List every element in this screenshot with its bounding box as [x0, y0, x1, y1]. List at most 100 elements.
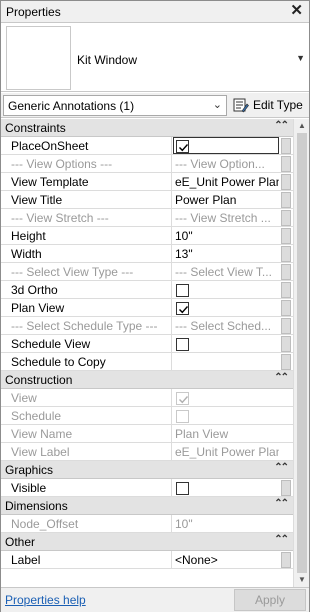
- collapse-section-icon[interactable]: ⌃⌃: [274, 534, 289, 545]
- property-row-node-offset: Node_Offset 10": [1, 515, 293, 533]
- property-name: 3d Ortho: [11, 283, 58, 297]
- associate-parameter-button[interactable]: [281, 228, 291, 244]
- property-row-width[interactable]: Width 13": [1, 245, 293, 263]
- scroll-down-icon[interactable]: ▼: [298, 575, 306, 584]
- associate-parameter-button[interactable]: [281, 174, 291, 190]
- associate-parameter-button[interactable]: [281, 480, 291, 496]
- property-row-visible[interactable]: Visible: [1, 479, 293, 497]
- property-name: View: [11, 391, 37, 405]
- associate-parameter-button[interactable]: [281, 156, 291, 172]
- column-divider: [171, 443, 172, 461]
- section-constraints[interactable]: Constraints ⌃⌃: [1, 119, 293, 137]
- property-value[interactable]: Power Plan: [175, 193, 279, 208]
- property-value[interactable]: 10": [175, 229, 279, 244]
- property-row-plan-view[interactable]: Plan View: [1, 299, 293, 317]
- checkbox-icon: [176, 410, 189, 423]
- associate-parameter-button[interactable]: [281, 552, 291, 568]
- associate-parameter-button[interactable]: [281, 264, 291, 280]
- column-divider: [171, 155, 172, 173]
- section-other[interactable]: Other ⌃⌃: [1, 533, 293, 551]
- property-value[interactable]: <None>: [175, 553, 279, 568]
- property-name: Visible: [11, 481, 47, 495]
- section-title: Other: [5, 535, 36, 549]
- property-value: 10": [175, 517, 193, 531]
- close-icon[interactable]: ✕: [290, 3, 303, 19]
- property-grid: Constraints ⌃⌃ PlaceOnSheet --- View Opt…: [1, 119, 293, 570]
- scroll-up-icon[interactable]: ▲: [298, 121, 306, 130]
- associate-parameter-button[interactable]: [281, 210, 291, 226]
- property-row-select-view-type[interactable]: --- Select View Type --- --- Select View…: [1, 263, 293, 281]
- column-divider: [171, 515, 172, 533]
- property-name: Label: [11, 553, 41, 567]
- properties-palette: Properties ✕ Kit Window ▼ Generic Annota…: [0, 0, 310, 612]
- collapse-section-icon[interactable]: ⌃⌃: [274, 462, 289, 473]
- column-divider: [171, 551, 172, 569]
- property-value[interactable]: eE_Unit Power Plan: [175, 175, 279, 190]
- property-name: Width: [11, 247, 42, 261]
- section-title: Construction: [5, 373, 73, 387]
- collapse-section-icon[interactable]: ⌃⌃: [274, 372, 289, 383]
- dropdown-arrow-icon[interactable]: ▼: [296, 53, 305, 63]
- column-divider: [171, 479, 172, 497]
- property-row-schedule-to-copy[interactable]: Schedule to Copy: [1, 353, 293, 371]
- column-divider: [171, 173, 172, 191]
- associate-parameter-button[interactable]: [281, 318, 291, 334]
- checkbox-icon[interactable]: [176, 140, 189, 153]
- section-graphics[interactable]: Graphics ⌃⌃: [1, 461, 293, 479]
- element-filter-dropdown[interactable]: Generic Annotations (1) ⌄: [3, 95, 227, 116]
- associate-parameter-button[interactable]: [281, 300, 291, 316]
- property-row-height[interactable]: Height 10": [1, 227, 293, 245]
- property-value: eE_Unit Power Plan: [175, 445, 279, 459]
- associate-parameter-button[interactable]: [281, 192, 291, 208]
- column-divider: [171, 245, 172, 263]
- property-row-select-schedule-type[interactable]: --- Select Schedule Type --- --- Select …: [1, 317, 293, 335]
- divider: [1, 91, 309, 92]
- property-value[interactable]: 13": [175, 247, 279, 262]
- property-row-schedule: Schedule: [1, 407, 293, 425]
- collapse-section-icon[interactable]: ⌃⌃: [274, 120, 289, 131]
- collapse-section-icon[interactable]: ⌃⌃: [274, 498, 289, 509]
- edit-type-button[interactable]: Edit Type: [231, 95, 307, 116]
- vertical-scrollbar[interactable]: ▲ ▼: [293, 119, 309, 587]
- checkbox-icon[interactable]: [176, 338, 189, 351]
- section-dimensions[interactable]: Dimensions ⌃⌃: [1, 497, 293, 515]
- scrollbar-thumb[interactable]: [297, 133, 307, 573]
- column-divider: [171, 317, 172, 335]
- property-row-view-name: View Name Plan View: [1, 425, 293, 443]
- property-row-label[interactable]: Label <None>: [1, 551, 293, 569]
- property-name: View Label: [11, 445, 70, 459]
- property-row-place-on-sheet[interactable]: PlaceOnSheet: [1, 137, 293, 155]
- property-row-schedule-view[interactable]: Schedule View: [1, 335, 293, 353]
- properties-help-link[interactable]: Properties help: [5, 593, 86, 607]
- property-name: --- Select View Type ---: [11, 265, 134, 279]
- apply-button[interactable]: Apply: [234, 589, 306, 611]
- property-name: Node_Offset: [11, 517, 79, 531]
- column-divider: [171, 281, 172, 299]
- property-row-view-template[interactable]: View Template eE_Unit Power Plan: [1, 173, 293, 191]
- associate-parameter-button[interactable]: [281, 282, 291, 298]
- property-row-3d-ortho[interactable]: 3d Ortho: [1, 281, 293, 299]
- checkbox-icon[interactable]: [176, 482, 189, 495]
- title-bar: Properties ✕: [1, 1, 309, 23]
- associate-parameter-button[interactable]: [281, 354, 291, 370]
- edit-type-label: Edit Type: [253, 98, 303, 112]
- checkbox-icon[interactable]: [176, 302, 189, 315]
- checkbox-icon[interactable]: [176, 284, 189, 297]
- associate-parameter-button[interactable]: [281, 138, 291, 154]
- associate-parameter-button[interactable]: [281, 336, 291, 352]
- property-row-view-stretch[interactable]: --- View Stretch --- --- View Stretch ..…: [1, 209, 293, 227]
- type-selector[interactable]: Kit Window ▼: [1, 23, 309, 92]
- property-name: --- View Options ---: [11, 157, 113, 171]
- edit-type-icon: [233, 98, 249, 113]
- column-divider: [171, 425, 172, 443]
- property-row-view-label: View Label eE_Unit Power Plan: [1, 443, 293, 461]
- property-row-view-options[interactable]: --- View Options --- --- View Option...: [1, 155, 293, 173]
- associate-parameter-button[interactable]: [281, 246, 291, 262]
- property-name: Schedule: [11, 409, 62, 423]
- property-row-view-title[interactable]: View Title Power Plan: [1, 191, 293, 209]
- section-construction[interactable]: Construction ⌃⌃: [1, 371, 293, 389]
- column-divider: [171, 209, 172, 227]
- checkbox-icon: [176, 392, 189, 405]
- property-name: Schedule View: [11, 337, 91, 351]
- property-value[interactable]: [175, 355, 279, 370]
